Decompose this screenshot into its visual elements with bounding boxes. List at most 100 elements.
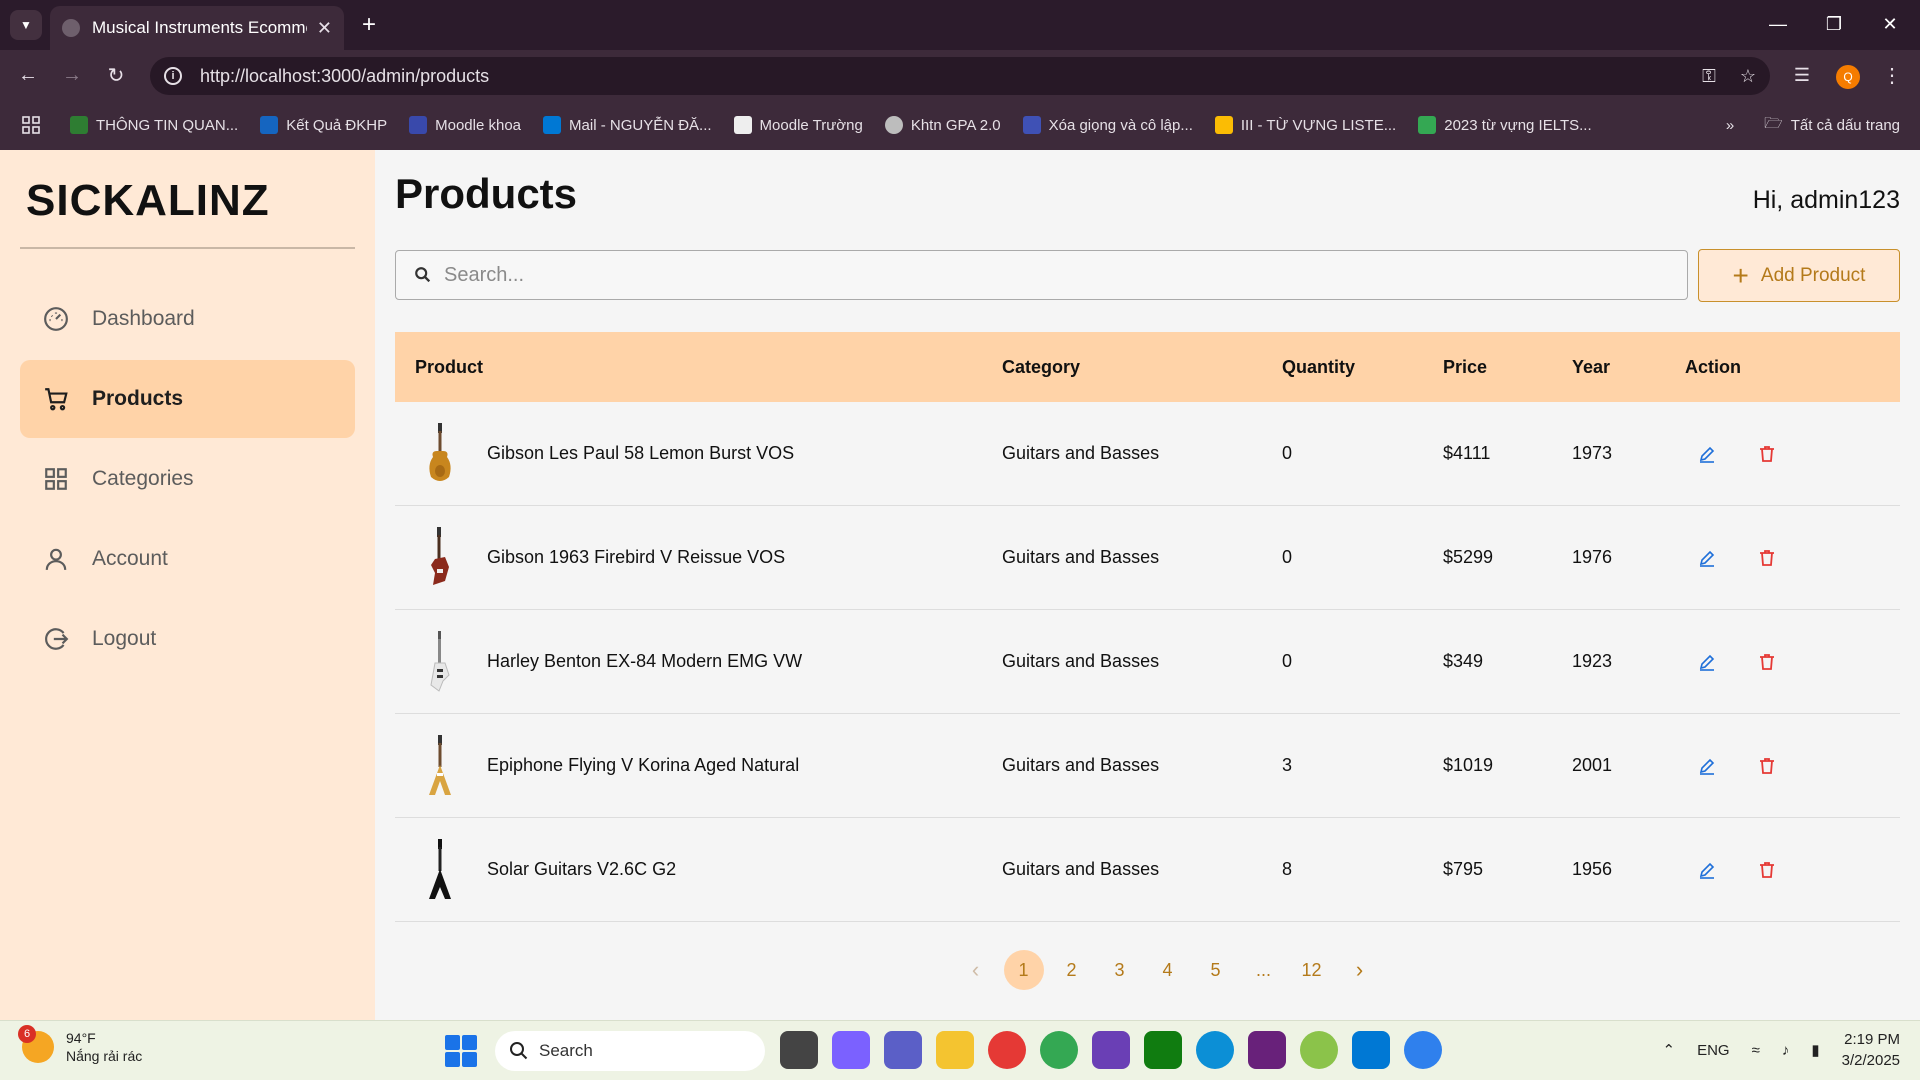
- visual-studio-icon[interactable]: [1248, 1031, 1286, 1069]
- forward-icon[interactable]: →: [56, 60, 88, 90]
- bookmark-favicon-icon: [733, 116, 752, 134]
- restore-button[interactable]: ❐: [1814, 8, 1854, 40]
- taskbar-search[interactable]: Search: [495, 1031, 765, 1071]
- search-box[interactable]: [395, 250, 1688, 300]
- all-bookmarks-folder[interactable]: 🗁 Tất cả dấu trang: [1764, 113, 1900, 138]
- app-store-icon[interactable]: [1404, 1031, 1442, 1069]
- search-input[interactable]: [444, 263, 1644, 287]
- page-button-3[interactable]: 3: [1100, 950, 1140, 990]
- volume-icon[interactable]: ♪: [1782, 1042, 1790, 1059]
- page-button-5[interactable]: 5: [1196, 950, 1236, 990]
- sidebar-item-dashboard[interactable]: Dashboard: [20, 280, 355, 358]
- product-thumbnail: [415, 627, 465, 697]
- more-bookmarks-icon[interactable]: »: [1726, 117, 1734, 134]
- bookmark-item[interactable]: Moodle khoa: [409, 116, 521, 134]
- delete-icon[interactable]: [1755, 754, 1779, 778]
- windows-start-icon[interactable]: [445, 1035, 477, 1067]
- delete-icon[interactable]: [1755, 650, 1779, 674]
- prev-page-icon[interactable]: ‹: [956, 950, 996, 990]
- close-tab-icon[interactable]: ✕: [317, 18, 332, 39]
- browser-tab[interactable]: Musical Instruments Ecommerce ✕: [50, 6, 344, 50]
- file-explorer-icon[interactable]: [936, 1031, 974, 1069]
- apps-grid-icon[interactable]: [22, 116, 40, 134]
- menu-kebab-icon[interactable]: ⋮: [1876, 60, 1908, 90]
- page-button-4[interactable]: 4: [1148, 950, 1188, 990]
- bookmarks-bar: THÔNG TIN QUAN... Kết Quả ĐKHP Moodle kh…: [0, 100, 1920, 150]
- bookmark-item[interactable]: Khtn GPA 2.0: [884, 116, 1001, 134]
- bookmark-item[interactable]: THÔNG TIN QUAN...: [70, 116, 238, 134]
- password-key-icon[interactable]: ⚿: [1702, 66, 1716, 87]
- bookmark-star-icon[interactable]: ☆: [1740, 66, 1756, 87]
- teams-icon[interactable]: [884, 1031, 922, 1069]
- task-view-icon[interactable]: [780, 1031, 818, 1069]
- app-icon[interactable]: [1092, 1031, 1130, 1069]
- bookmark-item[interactable]: Kết Quả ĐKHP: [260, 116, 387, 134]
- sidebar-item-account[interactable]: Account: [20, 520, 355, 598]
- new-tab-button[interactable]: +: [354, 10, 384, 40]
- bookmark-item[interactable]: Mail - NGUYỄN ĐĂ...: [543, 116, 712, 134]
- column-header-price[interactable]: Price: [1443, 357, 1572, 378]
- close-window-button[interactable]: ✕: [1870, 8, 1910, 40]
- user-icon: [42, 545, 70, 573]
- delete-icon[interactable]: [1755, 858, 1779, 882]
- next-page-icon[interactable]: ›: [1340, 950, 1380, 990]
- column-header-quantity[interactable]: Quantity: [1282, 357, 1443, 378]
- edit-icon[interactable]: [1695, 546, 1719, 570]
- bookmark-favicon-icon: [543, 116, 562, 134]
- column-header-year[interactable]: Year: [1572, 357, 1685, 378]
- add-product-button[interactable]: + Add Product: [1698, 249, 1900, 302]
- address-bar[interactable]: i http://localhost:3000/admin/products ⚿…: [150, 57, 1770, 95]
- product-year: 2001: [1572, 755, 1613, 775]
- delete-icon[interactable]: [1755, 442, 1779, 466]
- battery-icon[interactable]: ▮: [1811, 1041, 1819, 1059]
- weather-description: Nắng rải rác: [66, 1048, 143, 1064]
- sidebar-item-logout[interactable]: Logout: [20, 600, 355, 678]
- product-name: Solar Guitars V2.6C G2: [487, 859, 677, 879]
- bookmark-item[interactable]: Xóa giọng và cô lập...: [1022, 116, 1193, 134]
- page-button-1[interactable]: 1: [1003, 950, 1044, 990]
- bookmark-item[interactable]: 2023 từ vựng IELTS...: [1418, 116, 1592, 134]
- weather-widget[interactable]: 6 94°F Nắng rải rác: [18, 1025, 143, 1065]
- language-indicator[interactable]: ENG: [1697, 1042, 1730, 1059]
- bookmark-item[interactable]: III - TỪ VỰNG LISTE...: [1214, 116, 1396, 134]
- delete-icon[interactable]: [1755, 546, 1779, 570]
- edit-icon[interactable]: [1695, 442, 1719, 466]
- product-category: Guitars and Basses: [1002, 651, 1160, 671]
- page-button-12[interactable]: 12: [1292, 950, 1332, 990]
- profile-avatar[interactable]: Q: [1836, 65, 1860, 89]
- vscode-icon[interactable]: [1352, 1031, 1390, 1069]
- edit-icon[interactable]: [1695, 858, 1719, 882]
- chrome-icon[interactable]: [1040, 1031, 1078, 1069]
- column-header-category[interactable]: Category: [1002, 357, 1282, 378]
- bookmark-favicon-icon: [884, 116, 903, 134]
- edit-icon[interactable]: [1695, 754, 1719, 778]
- table-row: Epiphone Flying V Korina Aged Natural Gu…: [395, 714, 1900, 818]
- plus-icon: +: [1732, 259, 1749, 291]
- edge-icon[interactable]: [1196, 1031, 1234, 1069]
- bookmark-item[interactable]: Moodle Trường: [733, 116, 863, 134]
- bookmark-favicon-icon: [1022, 116, 1041, 134]
- opera-icon[interactable]: [988, 1031, 1026, 1069]
- media-control-icon[interactable]: ☰: [1786, 60, 1818, 90]
- reload-icon[interactable]: ↻: [100, 60, 132, 90]
- copilot-icon[interactable]: [832, 1031, 870, 1069]
- wifi-icon[interactable]: ≈: [1752, 1042, 1760, 1059]
- sidebar-item-categories[interactable]: Categories: [20, 440, 355, 518]
- page-button-2[interactable]: 2: [1052, 950, 1092, 990]
- tab-search-dropdown-icon[interactable]: ▼: [10, 10, 42, 40]
- tray-chevron-icon[interactable]: ⌃: [1663, 1041, 1676, 1059]
- main-content: Products Hi, admin123 + Add Product Prod…: [375, 150, 1920, 1020]
- edit-icon[interactable]: [1695, 650, 1719, 674]
- table-row: Harley Benton EX-84 Modern EMG VW Guitar…: [395, 610, 1900, 714]
- windows-taskbar: 6 94°F Nắng rải rác Search ⌃ ENG ≈ ♪ ▮ 2…: [0, 1020, 1920, 1080]
- site-info-icon[interactable]: i: [164, 67, 182, 85]
- xbox-icon[interactable]: [1144, 1031, 1182, 1069]
- system-clock[interactable]: 2:19 PM 3/2/2025: [1842, 1029, 1900, 1071]
- sidebar-item-products[interactable]: Products: [20, 360, 355, 438]
- minimize-button[interactable]: —: [1758, 8, 1798, 40]
- sidebar: SICKALINZ Dashboard Products Categories …: [0, 150, 375, 1020]
- product-price: $1019: [1443, 755, 1494, 775]
- app-icon[interactable]: [1300, 1031, 1338, 1069]
- column-header-product[interactable]: Product: [395, 357, 1002, 378]
- back-icon[interactable]: ←: [12, 60, 44, 90]
